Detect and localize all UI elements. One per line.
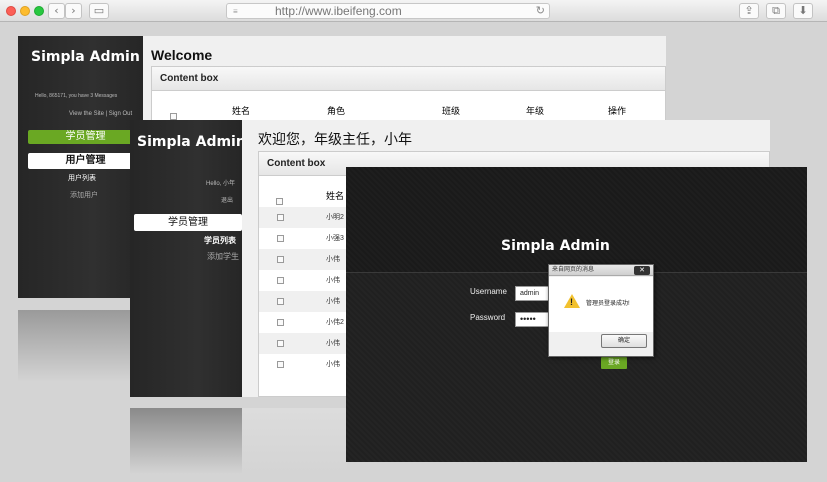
row-checkbox[interactable] (277, 340, 284, 347)
sidebar: Simpla Admin Hello, 小年 退出 学员管理 学员列表 添加学生 (130, 120, 246, 397)
login-header: Simpla Admin (346, 167, 807, 273)
sidebar-toggle-icon[interactable]: ▭ (89, 3, 109, 19)
row-name: 小伟 (326, 256, 340, 263)
logo: Simpla Admin (31, 49, 140, 65)
close-window-button[interactable] (6, 6, 16, 16)
row-checkbox[interactable] (277, 214, 284, 221)
profile-links[interactable]: View the Site | Sign Out (69, 111, 132, 117)
nav-student-management[interactable]: 学员管理 (28, 130, 143, 144)
panel-reflection (18, 310, 143, 382)
page-title: Welcome (151, 47, 213, 63)
zoom-window-button[interactable] (34, 6, 44, 16)
downloads-icon[interactable]: ⬇ (793, 3, 813, 19)
dialog-body: ! 管理员登录成功! (549, 277, 653, 332)
dialog-message: 管理员登录成功! (586, 301, 630, 307)
page-title: 欢迎您，年级主任，小年 (258, 132, 412, 148)
ok-button[interactable]: 确定 (601, 334, 647, 348)
password-label: Password (470, 313, 506, 322)
nav-user-management[interactable]: 用户管理 (28, 153, 143, 169)
row-name: 小伟 (326, 340, 340, 347)
warning-exclamation: ! (570, 297, 573, 307)
alert-dialog: 来自网页的消息 ✕ ! 管理员登录成功! 确定 (548, 264, 654, 357)
column-header-role: 角色 (327, 106, 346, 116)
column-header-name: 姓名 (232, 106, 251, 116)
row-checkbox[interactable] (277, 277, 284, 284)
browser-toolbar: ‹ › ▭ ≡ http://www.ibeifeng.com ↻ ⇪ ⧉ ⬇ (0, 0, 827, 22)
row-checkbox[interactable] (277, 256, 284, 263)
logo: Simpla Admin (501, 238, 610, 254)
row-checkbox[interactable] (277, 319, 284, 326)
login-button[interactable]: 登录 (601, 357, 627, 369)
share-icon[interactable]: ⇪ (739, 3, 759, 19)
row-checkbox[interactable] (277, 235, 284, 242)
content-box-title: Content box (152, 67, 665, 91)
logo: Simpla Admin (137, 134, 246, 150)
row-name: 小伟 (326, 298, 340, 305)
row-name: 小伟 (326, 361, 340, 368)
tabs-overview-icon[interactable]: ⧉ (766, 3, 786, 19)
row-checkbox[interactable] (277, 361, 284, 368)
panel-reflection (242, 408, 347, 474)
row-name: 小伟 (326, 277, 340, 284)
column-header-actions: 操作 (608, 106, 627, 116)
row-name: 小伟2 (326, 319, 344, 326)
profile-greeting: Hello, 865171, you have 3 Messages (35, 93, 118, 99)
row-name: 小明2 (326, 214, 344, 221)
address-bar[interactable]: ≡ http://www.ibeifeng.com ↻ (226, 3, 550, 19)
panel-reflection (130, 408, 242, 474)
column-header-class: 班级 (442, 106, 461, 116)
back-icon[interactable]: ‹ (48, 3, 65, 19)
forward-icon[interactable]: › (65, 3, 82, 19)
nav-user-list[interactable]: 用户列表 (68, 173, 96, 183)
sign-out-link[interactable]: 退出 (221, 195, 233, 204)
profile-greeting: Hello, 小年 (206, 181, 236, 187)
nav-student-management[interactable]: 学员管理 (134, 214, 242, 231)
column-header-grade: 年级 (526, 106, 545, 116)
url-text: http://www.ibeifeng.com (275, 4, 402, 18)
nav-add-student[interactable]: 添加学生 (207, 251, 239, 262)
row-checkbox[interactable] (277, 298, 284, 305)
sidebar: Simpla Admin Hello, 865171, you have 3 M… (18, 36, 143, 298)
nav-student-list[interactable]: 学员列表 (204, 235, 236, 246)
close-icon[interactable]: ✕ (634, 266, 650, 275)
row-name: 小强3 (326, 235, 344, 242)
username-label: Username (470, 287, 507, 296)
reload-icon[interactable]: ↻ (536, 4, 545, 18)
reader-icon[interactable]: ≡ (233, 8, 238, 16)
column-header-name: 姓名 (326, 191, 345, 201)
minimize-window-button[interactable] (20, 6, 30, 16)
nav-add-user[interactable]: 添加用户 (70, 190, 98, 200)
